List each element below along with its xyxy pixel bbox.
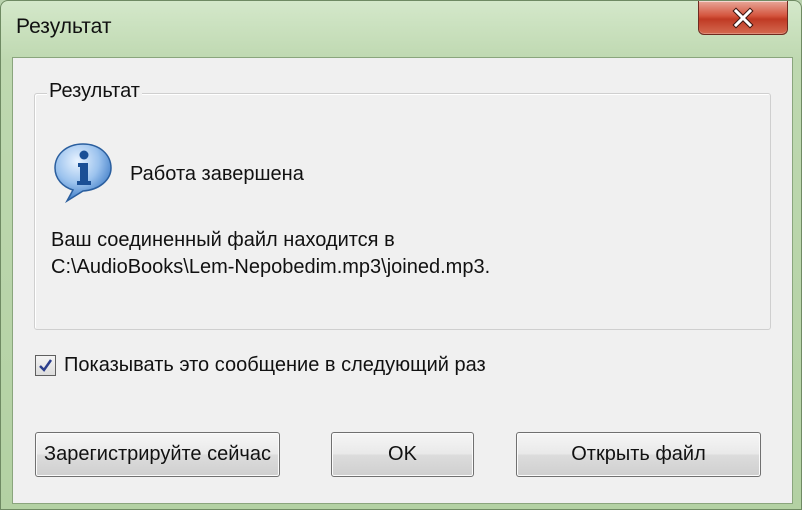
checkmark-icon xyxy=(39,359,53,372)
close-icon xyxy=(732,6,754,29)
open-file-button[interactable]: Открыть файл xyxy=(516,432,761,477)
result-groupbox: Результат Работа завершена Ваш соединенн… xyxy=(34,80,771,330)
dialog-window: Результат Результат Работа завершена Ваш… xyxy=(0,0,802,510)
groupbox-title: Результат xyxy=(47,80,142,103)
message-line-1: Ваш соединенный файл находится в xyxy=(51,229,395,251)
result-message: Ваш соединенный файл находится в C:\Audi… xyxy=(51,227,490,281)
ok-button[interactable]: OK xyxy=(331,432,474,477)
register-button[interactable]: Зарегистрируйте сейчас xyxy=(35,432,280,477)
show-message-checkbox[interactable] xyxy=(35,355,56,376)
show-message-checkbox-row[interactable]: Показывать это сообщение в следующий раз xyxy=(35,354,486,377)
dialog-body: Результат Работа завершена Ваш соединенн… xyxy=(12,57,793,504)
show-message-label: Показывать это сообщение в следующий раз xyxy=(64,354,486,376)
window-title: Результат xyxy=(16,15,112,38)
status-heading: Работа завершена xyxy=(130,163,304,185)
title-bar[interactable]: Результат xyxy=(1,1,801,57)
close-button[interactable] xyxy=(698,1,788,35)
file-path: C:\AudioBooks\Lem-Nepobedim.mp3\joined.m… xyxy=(51,256,491,278)
info-icon xyxy=(54,143,112,204)
